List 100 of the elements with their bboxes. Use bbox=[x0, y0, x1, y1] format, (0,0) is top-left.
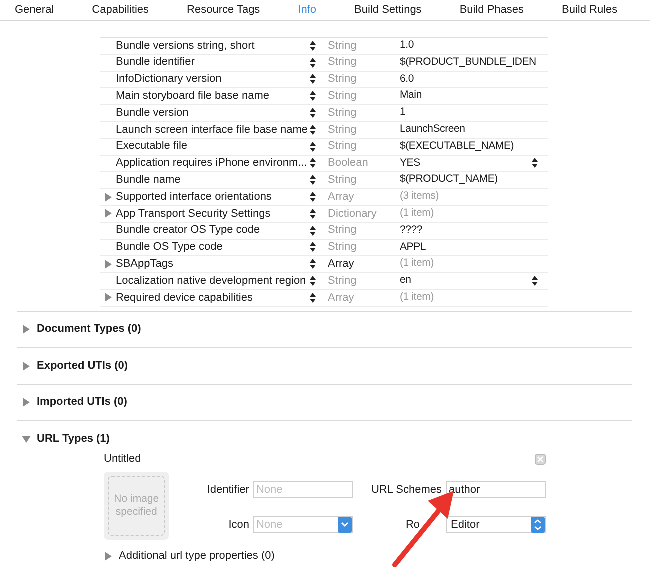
disclosure-triangle-icon[interactable] bbox=[22, 362, 31, 370]
additional-properties-title[interactable]: Additional url type properties (0) bbox=[119, 548, 275, 565]
stepper-icon[interactable] bbox=[310, 40, 316, 51]
type-text: Array bbox=[328, 190, 356, 205]
key-text: Localization native development region bbox=[116, 274, 308, 289]
plist-row[interactable]: Bundle versions string, short String 1.0 bbox=[100, 38, 548, 55]
value-text: YES bbox=[400, 156, 420, 171]
identifier-label: Identifier bbox=[207, 482, 250, 498]
stepper-icon[interactable] bbox=[310, 142, 316, 152]
plist-row[interactable]: InfoDictionary version String 6.0 bbox=[100, 72, 548, 88]
type-text: String bbox=[328, 106, 358, 121]
type-text: String bbox=[328, 72, 358, 88]
type-text: String bbox=[328, 139, 358, 154]
stepper-icon[interactable] bbox=[310, 158, 316, 168]
stepper-icon[interactable] bbox=[310, 74, 316, 84]
url-type-name: Untitled bbox=[104, 452, 142, 467]
value-text: $(EXECUTABLE_NAME) bbox=[400, 138, 514, 154]
key-text: Application requires iPhone environm... bbox=[116, 156, 308, 172]
stepper-icon[interactable] bbox=[310, 292, 316, 303]
key-text: Bundle creator OS Type code bbox=[116, 223, 262, 238]
value-text: 1.0 bbox=[400, 38, 414, 54]
plist-row[interactable]: Required device capabilities Array (1 item) bbox=[100, 290, 548, 307]
stepper-icon[interactable] bbox=[310, 192, 316, 202]
key-text: Main storyboard file base name bbox=[116, 89, 270, 104]
popup-stepper-icon[interactable] bbox=[532, 158, 538, 168]
type-text: String bbox=[328, 38, 358, 54]
disclosure-triangle-icon[interactable] bbox=[104, 552, 113, 561]
type-text: String bbox=[328, 55, 358, 70]
stepper-icon[interactable] bbox=[310, 276, 316, 286]
stepper-icon[interactable] bbox=[310, 208, 316, 219]
plist-row[interactable]: Bundle identifier String $(PRODUCT_BUNDLE_IDEN bbox=[100, 54, 548, 72]
stepper-icon[interactable] bbox=[310, 259, 316, 270]
plist-row[interactable]: Bundle name String $(PRODUCT_NAME) bbox=[100, 172, 548, 190]
popup-stepper-icon[interactable] bbox=[532, 276, 538, 286]
role-dropdown[interactable]: Editor bbox=[446, 516, 546, 534]
key-text: InfoDictionary version bbox=[116, 72, 223, 88]
type-text: String bbox=[328, 240, 358, 256]
plist-row[interactable]: Main storyboard file base name String Main bbox=[100, 88, 548, 106]
value-text: en bbox=[400, 273, 412, 288]
type-text: String bbox=[328, 274, 358, 289]
key-text: SBAppTags bbox=[116, 257, 174, 272]
tab[interactable]: Build Phases bbox=[446, 2, 538, 18]
disclosure-triangle-icon[interactable] bbox=[22, 398, 31, 407]
image-placeholder-text: No image specified bbox=[113, 493, 160, 520]
role-label: Ro bbox=[404, 518, 421, 532]
type-text: String bbox=[328, 122, 358, 138]
key-text: Bundle version bbox=[116, 106, 190, 121]
plist-row[interactable]: Bundle version String 1 bbox=[100, 105, 548, 122]
type-text: Dictionary bbox=[328, 206, 378, 222]
plist-row[interactable]: Localization native development region String en bbox=[100, 273, 548, 290]
key-text: Bundle versions string, short bbox=[116, 38, 256, 54]
stepper-icon[interactable] bbox=[310, 124, 316, 135]
disclosure-triangle-icon[interactable] bbox=[22, 325, 31, 334]
stepper-icon[interactable] bbox=[310, 91, 316, 102]
identifier-field[interactable]: None bbox=[253, 481, 354, 498]
type-text: Array bbox=[328, 290, 356, 306]
plist-row[interactable]: SBAppTags Array (1 item) bbox=[100, 256, 548, 274]
plist-row[interactable]: App Transport Security Settings Dictionary (1 item) bbox=[100, 206, 548, 223]
key-text: Bundle identifier bbox=[116, 55, 196, 70]
section-title[interactable]: URL Types (1) bbox=[37, 430, 110, 448]
stepper-icon[interactable] bbox=[310, 58, 316, 68]
tab[interactable]: Build Rules bbox=[548, 2, 632, 18]
disclosure-triangle-icon[interactable] bbox=[22, 434, 31, 444]
value-text: (1 item) bbox=[400, 256, 434, 272]
value-text: (3 items) bbox=[400, 189, 440, 204]
section-title[interactable]: Exported UTIs (0) bbox=[37, 358, 128, 374]
value-text: $(PRODUCT_BUNDLE_IDEN bbox=[400, 54, 536, 70]
key-text: Supported interface orientations bbox=[116, 190, 273, 205]
type-text: String bbox=[328, 173, 358, 188]
value-text: Main bbox=[400, 88, 422, 104]
url-schemes-field[interactable]: author bbox=[446, 481, 546, 498]
tab[interactable]: Resource Tags bbox=[173, 2, 274, 18]
value-text: 1 bbox=[400, 105, 406, 120]
stepper-icon[interactable] bbox=[310, 226, 316, 236]
plist-row[interactable]: Bundle creator OS Type code String ???? bbox=[100, 222, 548, 240]
plist-row[interactable]: Application requires iPhone environm... Boolean YES bbox=[100, 156, 548, 172]
plist-row[interactable]: Supported interface orientations Array (3 items) bbox=[100, 189, 548, 206]
stepper-icon[interactable] bbox=[310, 175, 316, 186]
value-text: LaunchScreen bbox=[400, 122, 466, 137]
tab[interactable]: Capabilities bbox=[78, 2, 164, 18]
disclosure-triangle-icon[interactable] bbox=[104, 293, 112, 302]
plist-row[interactable]: Executable file String $(EXECUTABLE_NAME) bbox=[100, 138, 548, 156]
plist-row[interactable]: Launch screen interface file base name String LaunchScreen bbox=[100, 122, 548, 139]
plist-row[interactable]: Bundle OS Type code String APPL bbox=[100, 240, 548, 256]
tab[interactable]: General bbox=[0, 2, 68, 18]
value-text: $(PRODUCT_NAME) bbox=[400, 172, 498, 188]
section-title[interactable]: Imported UTIs (0) bbox=[37, 394, 128, 411]
value-text: (1 item) bbox=[400, 290, 434, 305]
stepper-icon[interactable] bbox=[310, 242, 316, 252]
disclosure-triangle-icon[interactable] bbox=[104, 260, 112, 269]
section-title[interactable]: Document Types (0) bbox=[37, 321, 142, 338]
type-text: Array bbox=[328, 257, 356, 272]
stepper-icon[interactable] bbox=[310, 108, 316, 118]
type-text: String bbox=[328, 223, 358, 238]
up-down-chevron-icon bbox=[531, 516, 545, 533]
icon-label: Icon bbox=[228, 518, 250, 532]
url-schemes-label: URL Schemes bbox=[371, 482, 442, 498]
value-text: (1 item) bbox=[400, 206, 434, 221]
key-text: Launch screen interface file base name bbox=[116, 122, 310, 138]
tab[interactable]: Build Settings bbox=[340, 2, 436, 18]
